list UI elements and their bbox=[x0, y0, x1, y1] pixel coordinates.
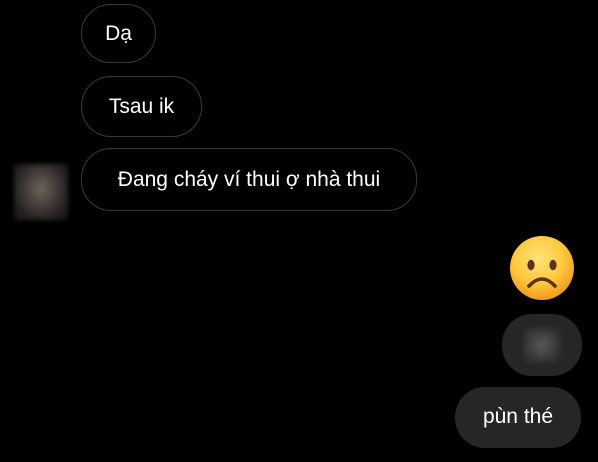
blurred-content bbox=[524, 328, 560, 362]
outgoing-message-bubble[interactable]: pùn thé bbox=[455, 387, 581, 448]
incoming-message-bubble[interactable]: Đang cháy ví thui ợ nhà thui bbox=[81, 148, 417, 211]
chat-thread: Dạ Tsau ik Đang cháy ví thui ợ nhà thui … bbox=[0, 0, 598, 462]
outgoing-media-bubble[interactable] bbox=[502, 314, 582, 376]
avatar[interactable] bbox=[14, 164, 68, 220]
message-text: Tsau ik bbox=[108, 95, 175, 118]
frowning-face-emoji-icon[interactable] bbox=[508, 234, 576, 302]
incoming-message-bubble[interactable]: Dạ bbox=[81, 4, 156, 63]
message-text: Dạ bbox=[105, 22, 132, 45]
message-text: pùn thé bbox=[482, 405, 554, 428]
incoming-message-bubble[interactable]: Tsau ik bbox=[81, 76, 202, 137]
message-text: Đang cháy ví thui ợ nhà thui bbox=[117, 168, 381, 191]
